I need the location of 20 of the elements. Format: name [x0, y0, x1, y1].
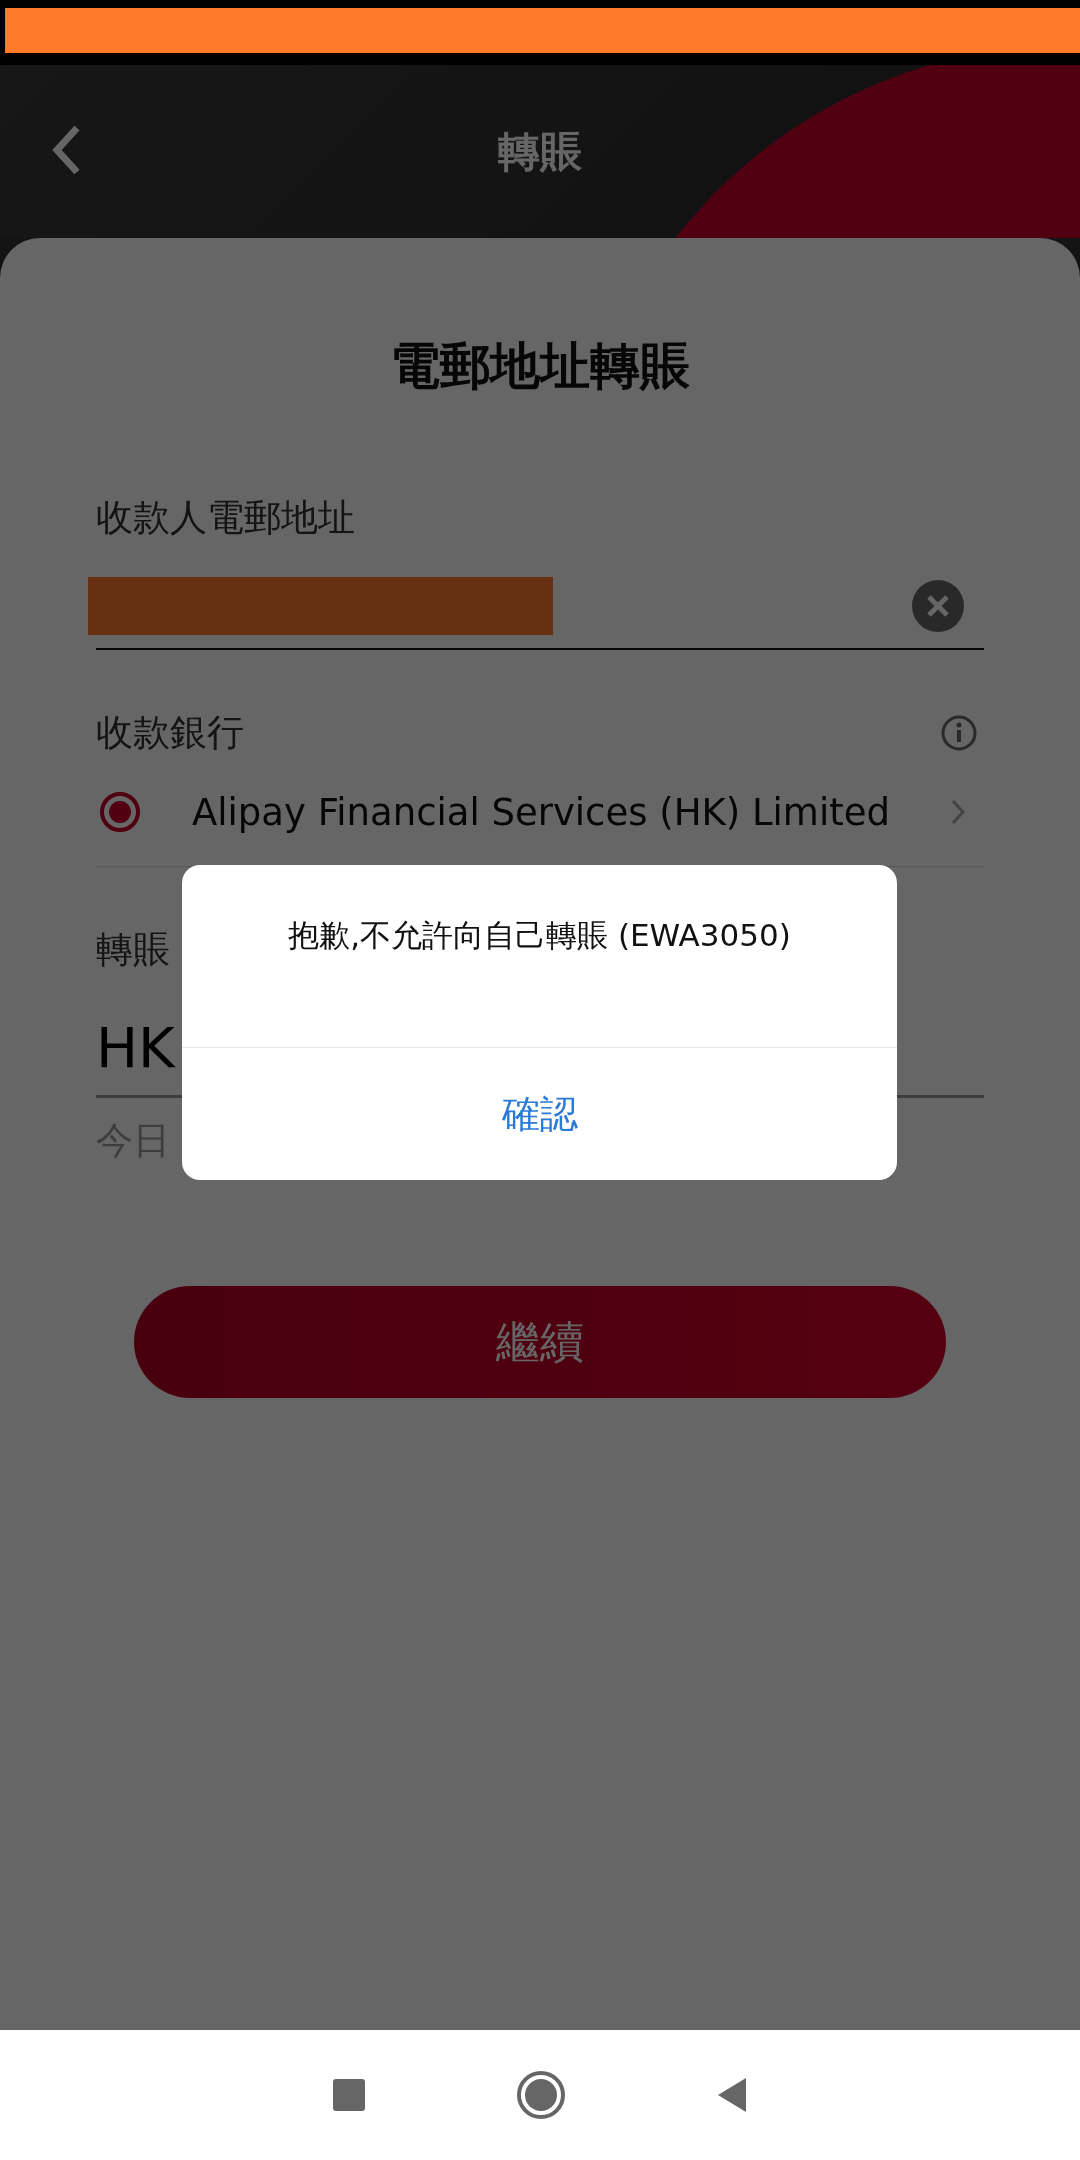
header-title: 轉賬	[498, 125, 582, 178]
home-button[interactable]	[516, 2070, 566, 2120]
field-label: 收款人電郵地址	[96, 495, 355, 541]
info-icon[interactable]	[940, 714, 978, 752]
field-label: 收款銀行	[96, 710, 244, 756]
confirm-button[interactable]: 確認	[182, 1048, 897, 1180]
radio-button[interactable]	[100, 792, 140, 832]
circle-icon	[516, 2070, 566, 2120]
square-icon	[332, 2078, 366, 2112]
recents-button[interactable]	[332, 2078, 366, 2112]
back-icon	[51, 124, 81, 176]
continue-button[interactable]: 繼續	[134, 1286, 946, 1398]
field-label: 轉賬	[96, 927, 170, 973]
dialog-message: 抱歉,不允許向自己轉賬 (EWA3050)	[182, 865, 897, 1048]
clear-button[interactable]	[912, 579, 964, 632]
triangle-icon	[716, 2076, 748, 2114]
back-nav-button[interactable]	[716, 2076, 748, 2114]
chevron-right-icon	[950, 798, 966, 826]
form-title: 電郵地址轉賬	[390, 336, 690, 397]
close-icon	[926, 593, 950, 618]
